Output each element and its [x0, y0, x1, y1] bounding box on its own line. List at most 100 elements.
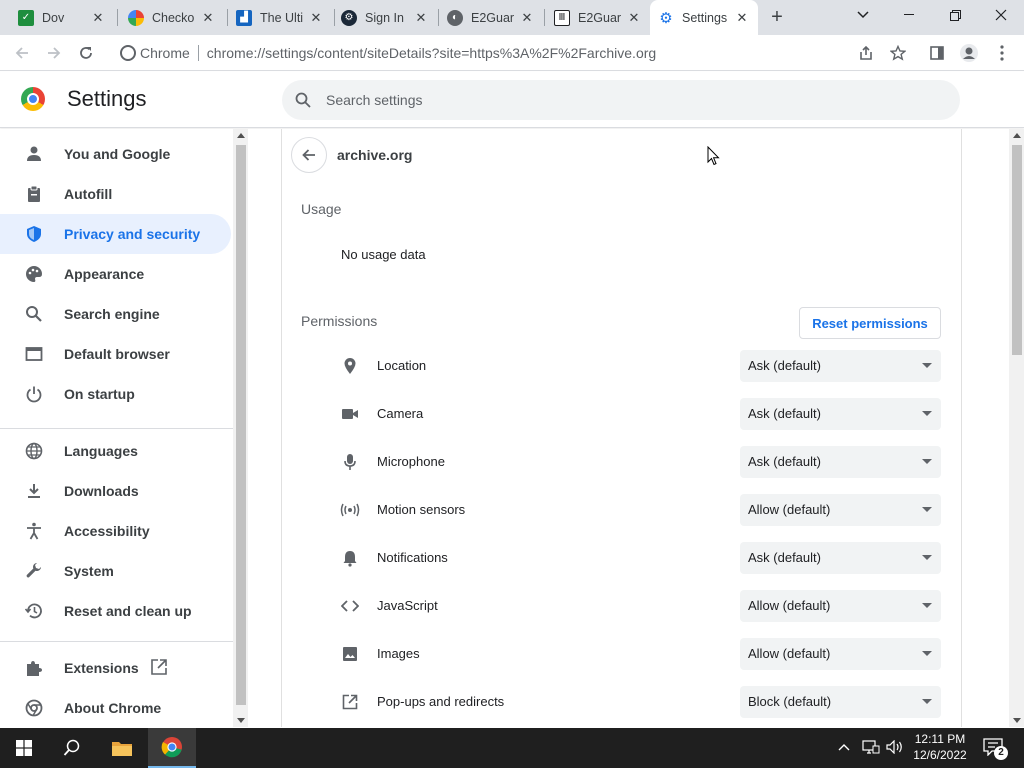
url-text[interactable]: chrome://settings/content/siteDetails?si… [207, 45, 656, 61]
tab-settings[interactable]: ⚙ Settings ✕ [650, 0, 758, 35]
close-icon[interactable]: ✕ [308, 10, 324, 26]
clock-time: 12:11 PM [914, 732, 966, 746]
tab-sign-in[interactable]: ⚙ Sign In ✕ [333, 0, 437, 35]
scroll-up-arrow-icon[interactable] [237, 133, 245, 138]
close-icon[interactable]: ✕ [519, 10, 535, 26]
tab-search-button[interactable] [840, 0, 886, 30]
close-icon[interactable]: ✕ [626, 10, 642, 26]
reload-button[interactable] [73, 40, 99, 66]
main-scrollbar[interactable] [1009, 129, 1024, 727]
permission-label: Location [377, 358, 427, 373]
new-tab-button[interactable]: + [765, 5, 789, 29]
close-icon[interactable]: ✕ [413, 10, 429, 26]
code-icon [340, 596, 360, 616]
scrollbar-thumb[interactable] [1012, 145, 1022, 355]
search-icon [24, 304, 44, 324]
sidebar-item-appearance[interactable]: Appearance [0, 254, 231, 294]
show-hidden-icons-chevron-icon[interactable] [838, 740, 850, 754]
profile-avatar-icon[interactable] [956, 40, 982, 66]
sidebar-item-label: System [64, 563, 114, 579]
clock[interactable]: 12:11 PM 12/6/2022 [912, 732, 968, 762]
sidebar-scrollbar[interactable] [233, 129, 248, 727]
sidebar-item-default-browser[interactable]: Default browser [0, 334, 231, 374]
volume-icon[interactable] [886, 739, 904, 757]
tab-e2guardian-1[interactable]: ◐ E2Guar ✕ [439, 0, 543, 35]
sidebar-item-system[interactable]: System [0, 551, 231, 591]
close-icon[interactable]: ✕ [734, 10, 750, 26]
close-icon[interactable]: ✕ [200, 10, 216, 26]
permission-row-location: Location Ask (default) [330, 350, 941, 382]
popups-permission-select[interactable]: Block (default) [740, 686, 941, 718]
camera-permission-select[interactable]: Ask (default) [740, 398, 941, 430]
sidebar-item-search-engine[interactable]: Search engine [0, 294, 231, 334]
reset-permissions-button[interactable]: Reset permissions [799, 307, 941, 339]
person-icon [24, 144, 44, 164]
tab-checkout[interactable]: Checko ✕ [120, 0, 224, 35]
external-link-icon [340, 692, 360, 712]
share-icon[interactable] [853, 40, 879, 66]
notifications-permission-select[interactable]: Ask (default) [740, 542, 941, 574]
permission-row-motion-sensors: Motion sensors Allow (default) [330, 494, 941, 526]
tab-the-ultimate[interactable]: ▟ The Ulti ✕ [228, 0, 332, 35]
gear-favicon-icon: ⚙ [659, 9, 673, 27]
taskbar-search-button[interactable] [48, 728, 96, 768]
sidebar-item-accessibility[interactable]: Accessibility [0, 511, 231, 551]
chrome-security-icon[interactable] [120, 45, 136, 61]
sidebar-item-downloads[interactable]: Downloads [0, 471, 231, 511]
sidebar-item-label: Appearance [64, 266, 145, 282]
search-input[interactable] [326, 80, 926, 120]
dropdown-caret-icon [922, 411, 932, 416]
scrollbar-thumb[interactable] [236, 145, 246, 705]
scroll-up-arrow-icon[interactable] [1013, 133, 1021, 138]
search-icon [63, 739, 80, 756]
search-box[interactable] [282, 80, 960, 120]
network-icon[interactable] [862, 740, 880, 757]
location-permission-select[interactable]: Ask (default) [740, 350, 941, 382]
dropdown-caret-icon [922, 699, 932, 704]
side-panel-icon[interactable] [924, 40, 950, 66]
chrome-taskbar-button[interactable] [148, 728, 196, 768]
scroll-down-arrow-icon[interactable] [237, 718, 245, 723]
back-button[interactable] [9, 40, 35, 66]
sidebar-item-about-chrome[interactable]: About Chrome [0, 688, 231, 727]
microphone-permission-select[interactable]: Ask (default) [740, 446, 941, 478]
sidebar-item-on-startup[interactable]: On startup [0, 374, 231, 414]
sidebar-item-label: Languages [64, 443, 138, 459]
restore-button[interactable] [932, 0, 978, 30]
sidebar-item-autofill[interactable]: Autofill [0, 174, 231, 214]
javascript-permission-select[interactable]: Allow (default) [740, 590, 941, 622]
more-menu-icon[interactable] [989, 40, 1015, 66]
select-value: Allow (default) [748, 502, 831, 517]
accessibility-icon [24, 521, 44, 541]
back-to-site-list-button[interactable] [291, 137, 327, 173]
permission-label: JavaScript [377, 598, 438, 613]
motion-sensors-permission-select[interactable]: Allow (default) [740, 494, 941, 526]
address-bar[interactable]: Chrome chrome://settings/content/siteDet… [110, 39, 920, 67]
shield-icon [24, 224, 44, 244]
sidebar-item-privacy-and-security[interactable]: Privacy and security [0, 214, 231, 254]
minimize-button[interactable] [886, 0, 932, 30]
close-icon[interactable]: ✕ [90, 10, 106, 26]
start-button[interactable] [0, 728, 48, 768]
tab-e2guardian-2[interactable]: Ⅲ E2Guar ✕ [546, 0, 650, 35]
images-permission-select[interactable]: Allow (default) [740, 638, 941, 670]
mouse-cursor-icon [707, 146, 720, 166]
scroll-down-arrow-icon[interactable] [1013, 718, 1021, 723]
forward-button[interactable] [41, 40, 67, 66]
sidebar-item-languages[interactable]: Languages [0, 431, 231, 471]
sidebar-item-reset-and-clean-up[interactable]: Reset and clean up [0, 591, 231, 631]
divider [197, 45, 199, 61]
clipboard-icon [24, 184, 44, 204]
notification-center-button[interactable]: 2 [982, 738, 1008, 760]
sidebar-item-label: Downloads [64, 483, 139, 499]
permission-row-camera: Camera Ask (default) [330, 398, 941, 430]
external-link-icon [150, 658, 168, 679]
puzzle-icon [24, 658, 44, 678]
sidebar-item-you-and-google[interactable]: You and Google [0, 134, 231, 174]
sidebar-item-extensions[interactable]: Extensions [0, 648, 231, 688]
file-explorer-button[interactable] [98, 728, 146, 768]
close-window-button[interactable] [978, 0, 1024, 30]
tab-dov[interactable]: ✓ Dov ✕ [10, 0, 114, 35]
bookmark-star-icon[interactable] [885, 40, 911, 66]
security-chip-label: Chrome [140, 45, 190, 61]
